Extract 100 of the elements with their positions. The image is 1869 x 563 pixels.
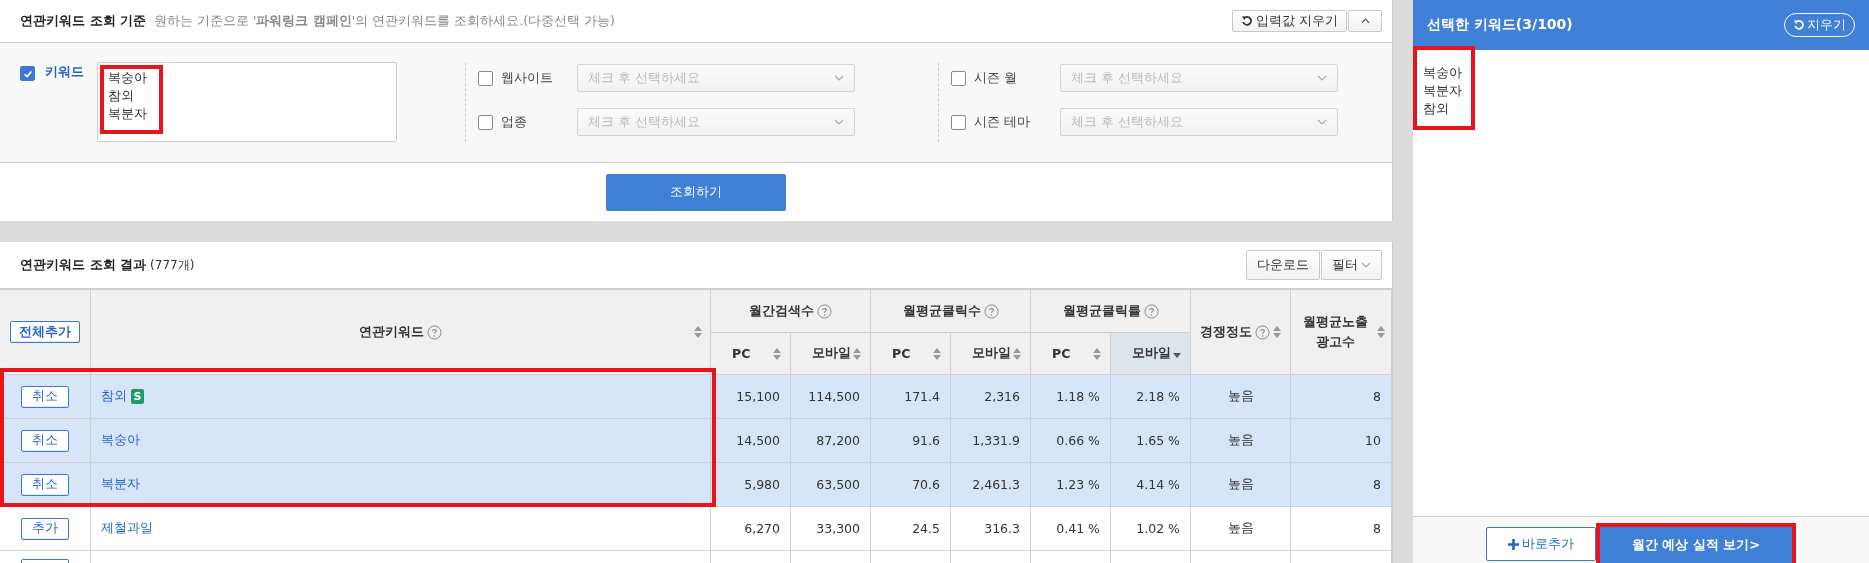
plus-icon xyxy=(1508,538,1519,550)
section-description: 원하는 기준으로 '파워링크 캠페인'의 연관키워드를 조회하세요.(다중선택 가능) xyxy=(154,12,615,30)
section-title: 연관키워드 조회 기준 xyxy=(20,12,147,30)
chevron-down-icon xyxy=(1317,119,1327,125)
column-header[interactable]: 모바일 xyxy=(1132,345,1171,362)
table-cell: 2,461.3 xyxy=(950,462,1031,507)
keyword-link[interactable]: 참외 xyxy=(100,388,127,403)
table-cell: 33,300 xyxy=(790,506,871,551)
sort-icon[interactable] xyxy=(773,347,781,360)
cancel-button[interactable]: 취소 xyxy=(20,385,69,408)
sort-icon[interactable] xyxy=(1013,347,1021,360)
download-button[interactable]: 다운로드 xyxy=(1246,250,1320,280)
table-cell: 0.66 % xyxy=(1030,418,1111,463)
search-button[interactable]: 조회하기 xyxy=(606,173,786,211)
table-row[interactable]: 취소 참외 S 15,100 114,500 171.4 2,316 1.18 % 2.18 % 높음 8 xyxy=(0,374,1392,419)
checkbox[interactable] xyxy=(951,70,966,86)
checkbox[interactable] xyxy=(478,70,493,86)
refresh-icon xyxy=(1793,19,1805,31)
table-cell: 1.18 % xyxy=(1030,374,1111,419)
help-icon[interactable] xyxy=(817,303,832,319)
add-button[interactable]: 추가 xyxy=(20,517,69,540)
table-cell: 2,316 xyxy=(950,374,1031,419)
quick-add-button[interactable]: 바로추가 xyxy=(1486,527,1596,561)
table-cell: 6,270 xyxy=(710,506,791,551)
table-row[interactable]: 취소 복분자 5,980 63,500 70.6 2,461.3 1.23 % 4.14 % 높음 8 xyxy=(0,462,1392,507)
table-cell: 높음 xyxy=(1190,418,1291,463)
table-cell: 114,500 xyxy=(790,374,871,419)
cancel-button[interactable]: 취소 xyxy=(20,473,69,496)
checkbox[interactable] xyxy=(20,66,35,81)
table-row[interactable]: 추가 제철과일 6,270 33,300 24.5 316.3 0.41 % 1.02 % 높음 8 xyxy=(0,506,1392,551)
help-icon[interactable] xyxy=(983,303,999,319)
table-cell: 316.3 xyxy=(950,506,1031,551)
filter-label: 웹사이트 xyxy=(501,69,554,87)
table-cell: 8 xyxy=(1290,374,1392,419)
table-cell: 1.65 % xyxy=(1110,418,1191,463)
collapse-button[interactable] xyxy=(1348,10,1382,32)
chevron-down-icon xyxy=(1317,75,1327,81)
table-cell: 8 xyxy=(1290,462,1392,507)
sort-icon[interactable] xyxy=(933,347,941,360)
column-header[interactable]: 연관키워드 xyxy=(358,323,424,341)
sort-icon[interactable] xyxy=(694,326,702,338)
keyword-label: 키워드 xyxy=(45,63,85,81)
table-cell: 1.23 % xyxy=(1030,462,1111,507)
help-icon[interactable] xyxy=(1255,324,1270,340)
chevron-down-icon xyxy=(834,119,844,125)
table-cell: 1.02 % xyxy=(1110,506,1191,551)
table-cell: 1,331.9 xyxy=(950,418,1031,463)
result-count: (777개) xyxy=(150,256,195,274)
table-cell: 0.41 % xyxy=(1030,506,1111,551)
panel-title: 선택한 키워드(3/100) xyxy=(1427,16,1573,34)
sort-icon[interactable] xyxy=(1376,326,1385,338)
keyword-link[interactable]: 복분자 xyxy=(100,476,140,491)
column-header[interactable]: 경쟁정도 xyxy=(1200,323,1252,341)
sort-icon[interactable] xyxy=(1093,347,1101,360)
chevron-down-icon xyxy=(1361,262,1371,268)
clear-input-button[interactable]: 입력값 지우기 xyxy=(1232,10,1347,32)
column-header[interactable]: PC xyxy=(732,346,751,361)
table-cell: 171.4 xyxy=(870,374,951,419)
checkbox[interactable] xyxy=(951,114,966,130)
help-icon[interactable] xyxy=(426,324,442,340)
chevron-down-icon xyxy=(834,75,844,81)
checkbox[interactable] xyxy=(478,114,493,130)
sort-icon[interactable] xyxy=(853,347,861,360)
table-cell: 4.14 % xyxy=(1110,462,1191,507)
table-cell: 24.5 xyxy=(870,506,951,551)
keyword-input-field[interactable]: 복숭아 참외 복분자 xyxy=(97,62,397,142)
badge: S xyxy=(130,389,145,404)
sort-icon[interactable] xyxy=(1273,326,1281,338)
column-header[interactable]: PC xyxy=(1052,346,1071,361)
column-group-header: 월평균클릭률 xyxy=(1062,302,1141,320)
keyword-link[interactable]: 복숭아 xyxy=(100,432,140,447)
column-header[interactable]: 모바일 xyxy=(972,345,1011,362)
annotation-frame xyxy=(100,65,163,134)
forecast-button[interactable]: 월간 예상 실적 보기> xyxy=(1596,523,1796,563)
keyword-link[interactable]: 제철과일 xyxy=(100,520,153,535)
table-cell: 높음 xyxy=(1190,374,1291,419)
filter-label: 업종 xyxy=(501,113,528,131)
column-group-header: 월간검색수 xyxy=(749,302,814,320)
table-cell: 2.18 % xyxy=(1110,374,1191,419)
help-icon[interactable] xyxy=(1143,303,1159,319)
table-cell: 87,200 xyxy=(790,418,871,463)
refresh-icon xyxy=(1241,15,1253,27)
chevron-up-icon xyxy=(1360,18,1370,24)
add-all-button[interactable]: 전체추가 xyxy=(9,321,80,343)
cancel-button[interactable]: 취소 xyxy=(20,429,69,452)
table-row[interactable]: 취소 복숭아 14,500 87,200 91.6 1,331.9 0.66 % 1.65 % 높음 10 xyxy=(0,418,1392,463)
filter-label: 시즌 월 xyxy=(974,69,1019,87)
check-icon xyxy=(22,68,33,79)
column-header[interactable]: PC xyxy=(892,346,911,361)
filter-button[interactable]: 필터 xyxy=(1321,250,1382,280)
column-group-header: 월평균클릭수 xyxy=(902,302,981,320)
section-title: 연관키워드 조회 결과 xyxy=(20,256,147,274)
table-cell: 높음 xyxy=(1190,462,1291,507)
table-cell: 63,500 xyxy=(790,462,871,507)
column-header[interactable]: 모바일 xyxy=(812,345,851,362)
table-cell: 91.6 xyxy=(870,418,951,463)
table-cell: 8 xyxy=(1290,506,1392,551)
table-cell: 10 xyxy=(1290,418,1392,463)
filter-label: 시즌 테마 xyxy=(974,113,1032,131)
table-cell: 70.6 xyxy=(870,462,951,507)
